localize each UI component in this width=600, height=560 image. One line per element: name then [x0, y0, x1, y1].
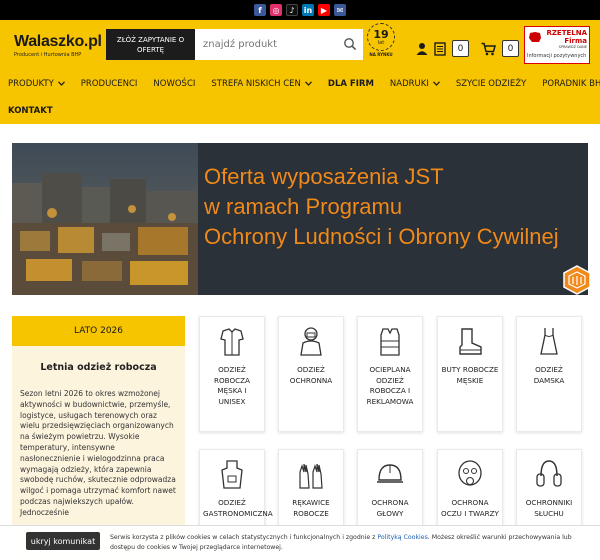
nav-item-label: KONTAKT — [8, 105, 53, 116]
linkedin-icon[interactable]: in — [302, 4, 314, 16]
hero-line-1: Oferta wyposażenia JST — [204, 164, 444, 189]
category-label: OCHRONNIKI SŁUCHU — [525, 498, 573, 518]
category-tile[interactable]: ODZIEŻ ROBOCZA MĘSKA I UNISEX — [199, 316, 265, 432]
nav-item-label: PRODUKTY — [8, 78, 54, 89]
apron-icon — [221, 460, 243, 489]
wishlist-icon[interactable] — [434, 41, 446, 56]
instagram-icon[interactable]: ◎ — [270, 4, 282, 16]
category-tile[interactable]: BUTY ROBOCZE MĘSKIE — [437, 316, 503, 432]
main-nav: PRODUKTY PRODUCENCI NOWOŚCI STREFA NISKICH … — [0, 70, 600, 124]
nav-row-primary: PRODUKTY PRODUCENCI NOWOŚCI STREFA NISKICH … — [0, 70, 600, 97]
nav-item-label: PORADNIK BHP — [542, 78, 600, 89]
nav-item[interactable]: PRODUCENCI — [73, 79, 146, 89]
nav-item-label: SZYCIE ODZIEŻY — [455, 78, 527, 89]
nav-item[interactable]: SZYCIE ODZIEŻY — [448, 79, 534, 89]
workwear-icon — [220, 328, 244, 356]
category-label: RĘKAWICE ROBOCZE — [292, 498, 330, 518]
boot-icon — [459, 328, 482, 355]
nav-item[interactable]: DLA FIRM — [320, 79, 382, 89]
years-on-market-badge: 19 lat NA RYNKU — [366, 23, 396, 63]
category-tile[interactable]: ODZIEŻ OCHRONNA — [278, 316, 344, 432]
youtube-icon[interactable]: ▶ — [318, 4, 330, 16]
rzetelna-firma-badge[interactable]: RZETELNA Firma SPRAWDŹ DANE Informacji p… — [524, 26, 590, 64]
nav-item-label: PRODUCENCI — [80, 78, 138, 89]
hero-headline: Oferta wyposażenia JST w ramach Programu… — [204, 162, 588, 252]
badge-circle: 19 lat — [367, 23, 395, 51]
earmuffs-icon — [536, 460, 562, 487]
dress-icon — [540, 328, 558, 355]
category-label: OCIEPLANA ODZIEŻ ROBOCZA I REKLAMOWA — [366, 365, 414, 406]
category-tile[interactable]: ODZIEŻ DAMSKA — [516, 316, 582, 432]
wishlist-count[interactable]: 0 — [452, 40, 469, 57]
cart-icon[interactable] — [481, 42, 496, 56]
category-label: ODZIEŻ GASTRONOMICZNA — [203, 498, 273, 518]
cookie-banner: ukryj komunikat Serwis korzysta z plików… — [0, 525, 600, 560]
poland-map-icon — [529, 32, 541, 42]
gas-mask-icon — [458, 460, 482, 486]
badge-number: 19 — [373, 27, 389, 41]
logo-subtitle: Producent i Hurtownia BHP — [14, 52, 82, 58]
nav-item[interactable]: STREFA NISKICH CEN — [203, 79, 320, 89]
cookie-text: Serwis korzysta z plików cookies w celac… — [110, 533, 580, 553]
site-logo[interactable]: Walaszko.pl Producent i Hurtownia BHP — [14, 33, 102, 66]
category-label: ODZIEŻ ROBOCZA MĘSKA I UNISEX — [214, 365, 250, 406]
header-icons: 0 0 — [416, 40, 519, 57]
gloves-icon — [299, 463, 323, 489]
category-label: OCHRONA GŁOWY — [371, 498, 409, 518]
hero-illustration — [12, 143, 198, 295]
hero-line-3: Ochrony Ludności i Obrony Cywilnej — [204, 224, 559, 249]
chevron-down-icon — [432, 80, 440, 86]
chevron-down-icon — [304, 80, 312, 86]
category-label: ODZIEŻ DAMSKA — [533, 365, 565, 385]
nav-item-label: STREFA NISKICH CEN — [211, 78, 301, 89]
vest-icon — [380, 328, 400, 356]
user-icon[interactable] — [416, 42, 428, 55]
search-box — [195, 29, 363, 60]
cookie-policy-link[interactable]: Polityką Cookies — [377, 534, 427, 541]
nav-item[interactable]: KONTAKT — [0, 106, 61, 116]
tiktok-icon[interactable]: ♪ — [286, 4, 298, 16]
promo-body: Sezon letni 2026 to okres wzmożonej akty… — [20, 389, 176, 517]
hide-cookie-button[interactable]: ukryj komunikat — [26, 532, 100, 550]
search-icon[interactable] — [343, 37, 357, 51]
promo-header: LATO 2026 — [12, 316, 185, 346]
cart-count[interactable]: 0 — [502, 40, 519, 57]
civil-defense-emblem-icon — [563, 265, 591, 295]
promo-box[interactable]: LATO 2026 Letnia odzież robocza Sezon le… — [12, 316, 185, 560]
promo-title: Letnia odzież robocza — [40, 362, 157, 373]
search-input[interactable] — [201, 38, 341, 51]
protective-suit-icon — [300, 327, 322, 356]
social-bar: f ◎ ♪ in ▶ ✉ — [0, 0, 600, 20]
category-label: OCHRONA OCZU I TWARZY — [441, 498, 499, 518]
site-header: Walaszko.pl Producent i Hurtownia BHP ZŁ… — [0, 20, 600, 70]
nav-item[interactable]: PORADNIK BHP — [534, 79, 600, 89]
category-tile[interactable]: OCIEPLANA ODZIEŻ ROBOCZA I REKLAMOWA — [357, 316, 423, 432]
facebook-icon[interactable]: f — [254, 4, 266, 16]
helmet-icon — [377, 464, 403, 483]
request-quote-button[interactable]: ZŁÓŻ ZAPYTANIE O OFERTĘ — [106, 29, 195, 60]
cookie-text-before: Serwis korzysta z plików cookies w celac… — [110, 534, 378, 541]
email-icon[interactable]: ✉ — [334, 4, 346, 16]
nav-item-label: NOWOŚCI — [153, 78, 196, 89]
chevron-down-icon — [57, 80, 65, 86]
nav-item-label: NADRUKI — [389, 78, 429, 89]
hero-line-2: w ramach Programu — [204, 194, 403, 219]
nav-row-secondary: KONTAKT — [0, 97, 600, 124]
nav-item[interactable]: NOWOŚCI — [145, 79, 203, 89]
rzetelna-subtitle: SPRAWDŹ DANE — [558, 45, 587, 49]
nav-item[interactable]: PRODUKTY — [0, 79, 73, 89]
category-label: BUTY ROBOCZE MĘSKIE — [441, 365, 499, 385]
hero-banner[interactable]: Oferta wyposażenia JST w ramach Programu… — [12, 143, 588, 295]
logo-title: Walaszko.pl — [14, 33, 102, 50]
rzetelna-info: Informacji pozytywnych — [527, 53, 587, 59]
category-label: ODZIEŻ OCHRONNA — [289, 365, 333, 385]
nav-item-label: DLA FIRM — [327, 78, 374, 89]
badge-text: NA RYNKU — [369, 52, 393, 57]
nav-item[interactable]: NADRUKI — [382, 79, 448, 89]
